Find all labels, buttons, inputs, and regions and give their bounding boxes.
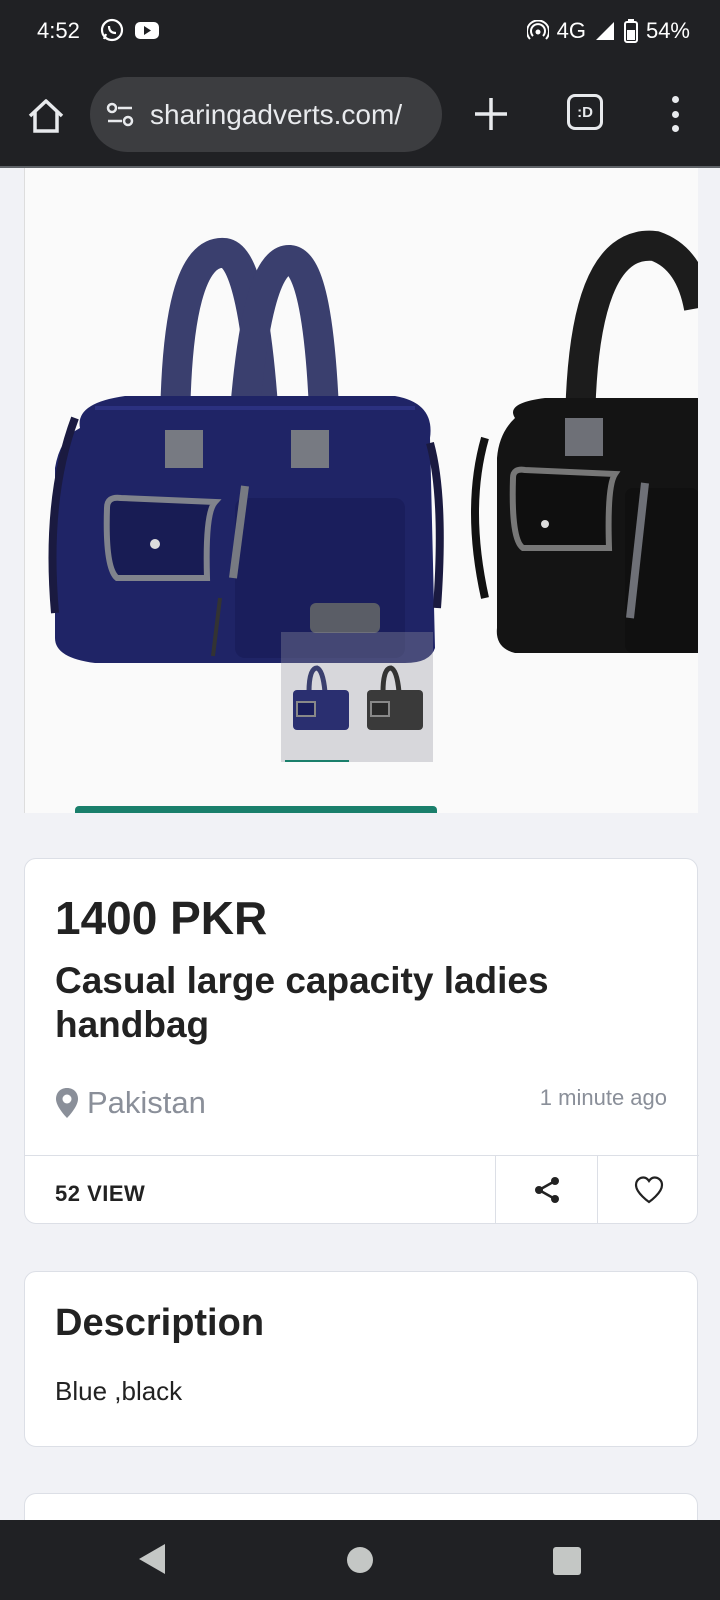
- home-nav-icon[interactable]: [347, 1547, 373, 1573]
- posted-time: 1 minute ago: [539, 1085, 667, 1110]
- listing-price: 1400 PKR: [55, 892, 268, 944]
- view-count: 52 VIEW: [55, 1181, 146, 1206]
- description-heading: Description: [55, 1302, 265, 1344]
- address-bar[interactable]: sharingadverts.com/: [90, 77, 442, 152]
- more-vert-icon[interactable]: [665, 92, 685, 136]
- active-thumbnail-indicator: [285, 760, 349, 762]
- product-image-gallery[interactable]: [24, 168, 698, 813]
- favorite-button[interactable]: [597, 1156, 699, 1224]
- listing-summary-card: 1400 PKR Casual large capacity ladies ha…: [24, 858, 699, 1224]
- location-pin-icon: [56, 1088, 78, 1118]
- tab-count: :D: [577, 103, 593, 121]
- description-card: Description Blue ,black: [24, 1271, 698, 1447]
- whatsapp-icon: [100, 18, 124, 42]
- youtube-icon: [135, 22, 159, 39]
- system-nav-bar: [0, 1520, 720, 1600]
- location-text: Pakistan: [87, 1085, 206, 1120]
- listing-title: Casual large capacity ladies handbag: [55, 960, 549, 1045]
- plus-icon[interactable]: [471, 94, 511, 134]
- listing-location: Pakistan: [55, 1085, 206, 1121]
- status-time: 4:52: [37, 18, 80, 43]
- thumbnail-strip: [281, 632, 433, 762]
- hotspot-icon: [526, 20, 549, 40]
- thumbnail-blue-bag[interactable]: [285, 662, 357, 734]
- network-type: 4G: [556, 18, 586, 43]
- status-bar: 4:52 4G 54%: [0, 0, 720, 64]
- back-icon[interactable]: [137, 1542, 167, 1576]
- notification-icons: [100, 18, 160, 42]
- description-text: Blue ,black: [55, 1376, 183, 1406]
- url-text[interactable]: sharingadverts.com/: [150, 99, 402, 131]
- battery-icon: [623, 19, 638, 43]
- share-icon: [534, 1177, 559, 1203]
- signal-icon: [595, 22, 614, 40]
- browser-toolbar: sharingadverts.com/ :D: [0, 64, 720, 168]
- share-button[interactable]: [495, 1156, 597, 1224]
- recents-icon[interactable]: [553, 1547, 581, 1575]
- battery-percent: 54%: [645, 18, 690, 43]
- heart-icon: [634, 1176, 663, 1204]
- home-icon[interactable]: [24, 94, 68, 138]
- tabs-icon[interactable]: :D: [567, 94, 603, 130]
- gallery-accent-bar: [75, 806, 437, 813]
- tune-icon[interactable]: [104, 99, 136, 131]
- thumbnail-black-bag[interactable]: [359, 662, 431, 734]
- system-indicators: 4G 54%: [526, 18, 690, 44]
